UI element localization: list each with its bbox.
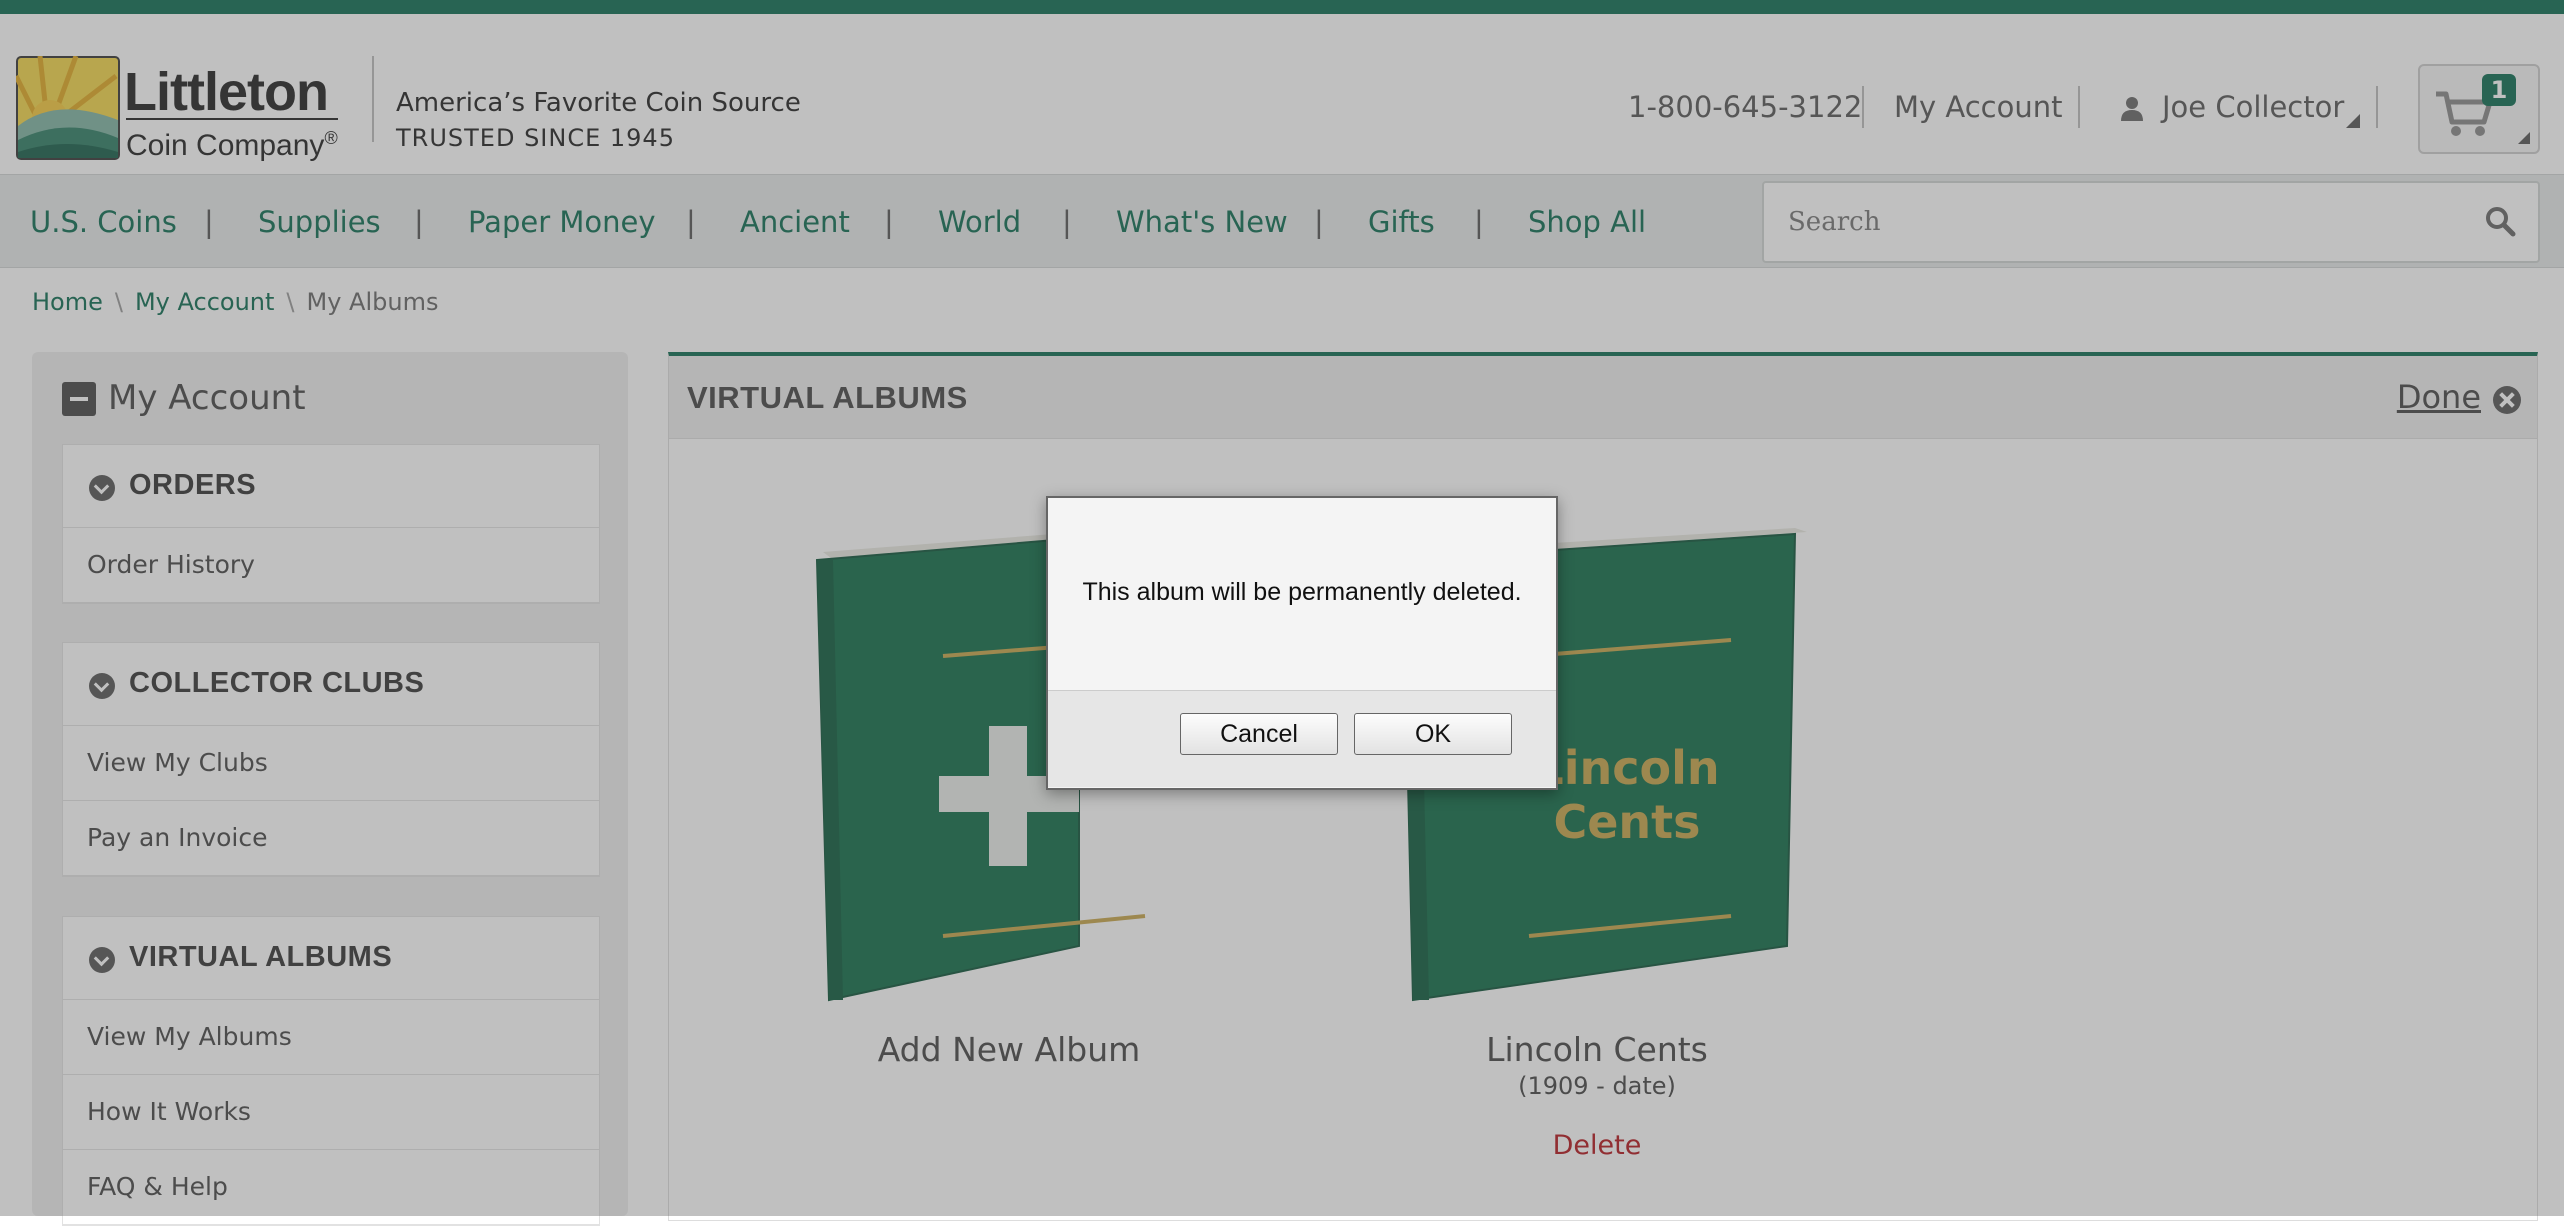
dialog-footer: Cancel OK bbox=[1048, 690, 1556, 787]
dialog-message: This album will be permanently deleted. bbox=[1082, 578, 1522, 606]
confirm-dialog: This album will be permanently deleted. … bbox=[1046, 496, 1558, 790]
ok-button[interactable]: OK bbox=[1354, 713, 1512, 755]
cancel-button[interactable]: Cancel bbox=[1180, 713, 1338, 755]
